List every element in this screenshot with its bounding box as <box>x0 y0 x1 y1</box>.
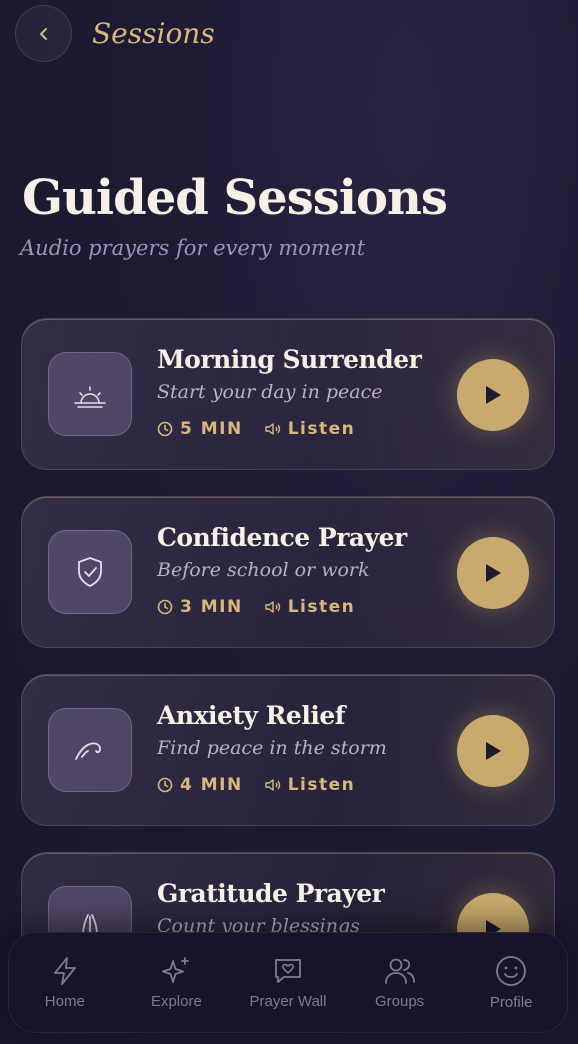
nav-item-prayer-wall[interactable]: Prayer Wall <box>238 955 338 1010</box>
page-title: Guided Sessions <box>22 170 448 226</box>
nav-label: Explore <box>150 993 202 1010</box>
sunrise-icon <box>74 386 106 408</box>
smile-icon <box>496 956 527 986</box>
session-icon-container <box>48 352 132 436</box>
session-meta: 3 MIN Listen <box>157 597 355 617</box>
nav-item-profile[interactable]: Profile <box>461 954 561 1011</box>
session-list: Morning Surrender Start your day in peac… <box>21 318 555 1030</box>
duration: 4 MIN <box>157 775 243 795</box>
listen: Listen <box>265 419 356 439</box>
listen-label: Listen <box>287 419 356 439</box>
speaker-icon <box>265 601 280 613</box>
session-description: Find peace in the storm <box>157 737 387 759</box>
session-title: Morning Surrender <box>157 345 422 374</box>
clock-icon <box>157 421 173 437</box>
session-card[interactable]: Anxiety Relief Find peace in the storm 4… <box>21 674 555 826</box>
session-title: Anxiety Relief <box>157 701 346 730</box>
chevron-left-icon <box>39 27 47 40</box>
sparkles-icon <box>162 957 190 983</box>
nav-label: Groups <box>374 993 425 1010</box>
nav-label: Home <box>44 993 85 1010</box>
play-icon <box>486 742 501 760</box>
duration-label: 3 MIN <box>180 597 243 617</box>
session-title: Gratitude Prayer <box>157 879 385 908</box>
session-icon-container <box>48 530 132 614</box>
play-button[interactable] <box>457 715 529 787</box>
lightning-icon <box>53 957 76 985</box>
session-meta: 5 MIN Listen <box>157 419 355 439</box>
duration: 3 MIN <box>157 597 243 617</box>
nav-item-groups[interactable]: Groups <box>350 955 450 1010</box>
play-icon <box>486 386 501 404</box>
clock-icon <box>157 777 173 793</box>
session-title: Confidence Prayer <box>157 523 407 552</box>
play-button[interactable] <box>457 359 529 431</box>
session-description: Start your day in peace <box>157 381 383 403</box>
nav-label: Profile <box>489 994 533 1011</box>
header: Sessions <box>15 5 215 62</box>
shield-check-icon <box>78 557 102 587</box>
nav-label: Prayer Wall <box>249 993 327 1010</box>
listen-label: Listen <box>287 597 356 617</box>
clock-icon <box>157 599 173 615</box>
nav-item-explore[interactable]: Explore <box>126 955 226 1010</box>
duration-label: 4 MIN <box>180 775 243 795</box>
session-icon-container <box>48 708 132 792</box>
back-button[interactable] <box>15 5 72 62</box>
session-meta: 4 MIN Listen <box>157 775 355 795</box>
listen-label: Listen <box>287 775 356 795</box>
listen: Listen <box>265 775 356 795</box>
page-subtitle: Audio prayers for every moment <box>20 236 366 260</box>
play-button[interactable] <box>457 537 529 609</box>
speaker-icon <box>265 779 280 791</box>
bottom-nav: Home Explore Prayer Wall Groups Profile <box>8 932 568 1033</box>
play-icon <box>486 564 501 582</box>
users-icon <box>384 958 415 984</box>
heart-message-icon <box>275 959 301 983</box>
duration-label: 5 MIN <box>180 419 243 439</box>
nav-item-home[interactable]: Home <box>15 955 115 1010</box>
session-card[interactable]: Morning Surrender Start your day in peac… <box>21 318 555 470</box>
session-description: Before school or work <box>157 559 370 581</box>
session-card[interactable]: Confidence Prayer Before school or work … <box>21 496 555 648</box>
wind-icon <box>75 742 101 760</box>
speaker-icon <box>265 423 280 435</box>
duration: 5 MIN <box>157 419 243 439</box>
listen: Listen <box>265 597 356 617</box>
header-title: Sessions <box>92 17 215 50</box>
